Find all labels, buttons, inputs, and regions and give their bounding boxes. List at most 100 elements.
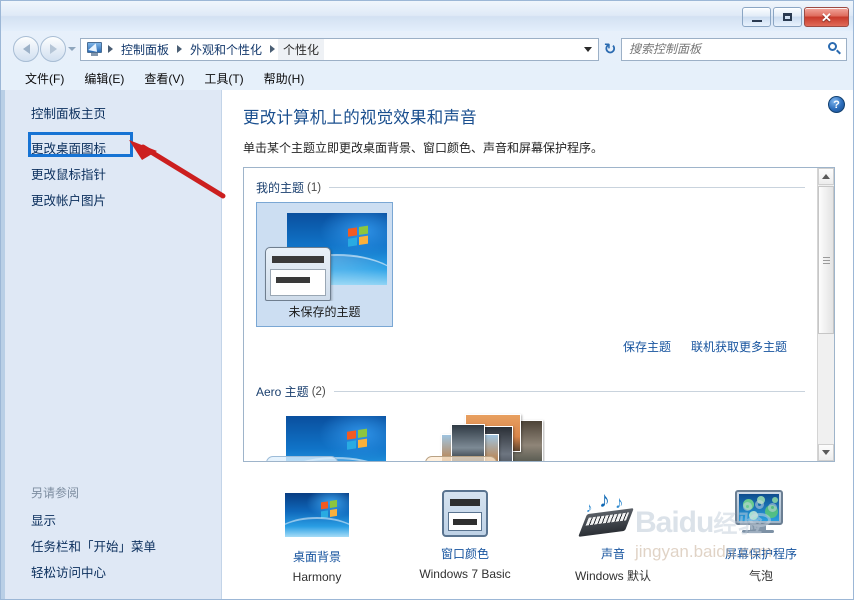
search-input[interactable] bbox=[629, 42, 828, 56]
control-panel-icon bbox=[86, 41, 103, 57]
windows-logo-icon bbox=[347, 428, 369, 452]
history-dropdown-button[interactable] bbox=[66, 36, 78, 62]
back-button[interactable] bbox=[13, 36, 39, 62]
setting-label[interactable]: 屏幕保护程序 bbox=[687, 545, 835, 562]
theme-tile-aero-landscapes[interactable] bbox=[415, 406, 552, 461]
theme-tile-unsaved[interactable]: 未保存的主题 bbox=[256, 202, 393, 327]
minimize-button[interactable] bbox=[742, 7, 771, 27]
menu-file[interactable]: 文件(F) bbox=[15, 68, 74, 89]
setting-sound[interactable]: ♪ ♪ ♪ 声音 Windows 默认 bbox=[539, 489, 687, 584]
title-bar: ✕ bbox=[1, 1, 853, 31]
refresh-button[interactable]: ↻ bbox=[599, 38, 621, 61]
get-more-themes-online-link[interactable]: 联机获取更多主题 bbox=[691, 338, 787, 355]
back-arrow-icon bbox=[22, 44, 30, 54]
window-color-icon bbox=[433, 490, 497, 538]
forward-arrow-icon bbox=[49, 44, 57, 54]
sidebar-item-ease-of-access-center[interactable]: 轻松访问中心 bbox=[5, 560, 221, 586]
sidebar-item-taskbar-start-menu[interactable]: 任务栏和「开始」菜单 bbox=[5, 534, 221, 560]
navigation-bar: 控制面板 外观和个性化 个性化 ↻ bbox=[1, 31, 853, 67]
breadcrumb-separator-icon bbox=[270, 45, 276, 53]
theme-row-aero bbox=[256, 406, 805, 461]
setting-label[interactable]: 窗口颜色 bbox=[391, 545, 539, 562]
theme-group-header-my-themes: 我的主题 (1) bbox=[256, 179, 805, 196]
breadcrumb-control-panel[interactable]: 控制面板 bbox=[116, 39, 174, 60]
breadcrumb-appearance[interactable]: 外观和个性化 bbox=[185, 39, 267, 60]
theme-group-title: 我的主题 bbox=[256, 181, 305, 195]
menu-edit[interactable]: 编辑(E) bbox=[74, 68, 134, 89]
theme-actions: 保存主题 联机获取更多主题 bbox=[623, 338, 787, 355]
page-title: 更改计算机上的视觉效果和声音 bbox=[243, 109, 477, 127]
sidebar-item-control-panel-home[interactable]: 控制面板主页 bbox=[5, 102, 221, 136]
theme-group-title: Aero 主题 bbox=[256, 385, 309, 399]
setting-value: Windows 7 Basic bbox=[419, 567, 511, 581]
setting-label[interactable]: 声音 bbox=[539, 545, 687, 562]
glass-overlay bbox=[425, 456, 497, 461]
menu-tools[interactable]: 工具(T) bbox=[194, 68, 253, 89]
minimize-icon bbox=[751, 19, 762, 22]
menu-help[interactable]: 帮助(H) bbox=[254, 68, 315, 89]
sidebar: 控制面板主页 更改桌面图标 更改鼠标指针 更改帐户图片 另请参阅 显示 任务栏和… bbox=[1, 90, 226, 599]
content-area: ? 更改计算机上的视觉效果和声音 单击某个主题立即更改桌面背景、窗口颜色、声音和… bbox=[222, 90, 853, 599]
theme-group-count: (1) bbox=[307, 181, 322, 194]
setting-value: 气泡 bbox=[748, 569, 773, 583]
sidebar-item-display[interactable]: 显示 bbox=[5, 508, 221, 534]
dialog-preview bbox=[265, 247, 331, 301]
address-bar[interactable]: 控制面板 外观和个性化 个性化 bbox=[80, 37, 599, 61]
theme-group-header-aero: Aero 主题 (2) bbox=[256, 383, 805, 400]
address-dropdown-icon[interactable] bbox=[584, 46, 592, 52]
search-icon[interactable] bbox=[828, 42, 842, 56]
windows-logo-icon bbox=[348, 225, 370, 249]
theme-row-my-themes: 未保存的主题 bbox=[256, 202, 805, 327]
scroll-down-button[interactable] bbox=[818, 444, 834, 461]
theme-list-pane: 我的主题 (1) 未保存的主题 保存主题 联机获取更多主题 Aero 主题 (2… bbox=[243, 167, 835, 462]
see-also-title: 另请参阅 bbox=[31, 486, 80, 500]
glass-overlay bbox=[266, 456, 338, 461]
setting-label[interactable]: 桌面背景 bbox=[243, 548, 391, 565]
windows-aero-thumb bbox=[262, 412, 386, 461]
desktop-background-icon bbox=[285, 493, 349, 541]
setting-value: Harmony bbox=[292, 570, 342, 584]
theme-tile-label: 未保存的主题 bbox=[288, 305, 361, 319]
divider bbox=[329, 187, 805, 188]
chevron-down-icon bbox=[68, 47, 76, 51]
refresh-icon: ↻ bbox=[603, 41, 617, 58]
close-button[interactable]: ✕ bbox=[804, 7, 849, 27]
body-area: 控制面板主页 更改桌面图标 更改鼠标指针 更改帐户图片 另请参阅 显示 任务栏和… bbox=[1, 90, 853, 599]
scroll-grip-icon bbox=[822, 255, 830, 266]
scroll-up-button[interactable] bbox=[818, 168, 834, 185]
setting-screensaver[interactable]: 屏幕保护程序 气泡 bbox=[687, 490, 835, 584]
photo-stack bbox=[425, 414, 543, 461]
setting-desktop-background[interactable]: 桌面背景 Harmony bbox=[243, 490, 391, 584]
save-theme-link[interactable]: 保存主题 bbox=[623, 338, 671, 355]
control-panel-window: ✕ 控制面板 外观和个性化 个性化 ↻ 搜索控制面板 文件(F) 编辑(E) 查… bbox=[0, 0, 854, 600]
triangle-down-icon bbox=[822, 450, 830, 455]
breadcrumb-personalization[interactable]: 个性化 bbox=[278, 38, 325, 60]
scroll-thumb[interactable] bbox=[818, 186, 834, 334]
maximize-button[interactable] bbox=[773, 7, 802, 27]
menu-bar: 文件(F) 编辑(E) 查看(V) 工具(T) 帮助(H) bbox=[1, 67, 853, 90]
sidebar-item-change-desktop-icons[interactable]: 更改桌面图标 bbox=[5, 136, 221, 162]
photo-stack-thumb bbox=[421, 412, 545, 461]
maximize-icon bbox=[783, 13, 792, 21]
setting-value: Windows 默认 bbox=[574, 569, 651, 583]
close-icon: ✕ bbox=[821, 9, 832, 25]
screensaver-icon bbox=[729, 490, 793, 538]
setting-window-color[interactable]: 窗口颜色 Windows 7 Basic bbox=[391, 490, 539, 581]
breadcrumb-separator-icon bbox=[177, 45, 183, 53]
theme-scroll-content: 我的主题 (1) 未保存的主题 保存主题 联机获取更多主题 Aero 主题 (2… bbox=[244, 168, 817, 461]
help-icon[interactable]: ? bbox=[828, 96, 845, 113]
sidebar-item-change-account-picture[interactable]: 更改帐户图片 bbox=[5, 188, 221, 214]
theme-tile-aero-windows7[interactable] bbox=[256, 406, 393, 461]
menu-view[interactable]: 查看(V) bbox=[134, 68, 194, 89]
see-also-section: 另请参阅 显示 任务栏和「开始」菜单 轻松访问中心 bbox=[5, 480, 221, 586]
vertical-scrollbar[interactable] bbox=[817, 168, 834, 461]
breadcrumb-separator-icon bbox=[108, 45, 113, 53]
sidebar-item-change-mouse-pointers[interactable]: 更改鼠标指针 bbox=[5, 162, 221, 188]
divider bbox=[333, 391, 805, 392]
windows-desktop-dialog-thumb bbox=[263, 209, 387, 301]
theme-group-count: (2) bbox=[311, 385, 326, 398]
triangle-up-icon bbox=[822, 174, 830, 179]
forward-button[interactable] bbox=[40, 36, 66, 62]
sound-icon: ♪ ♪ ♪ bbox=[578, 489, 645, 538]
search-box[interactable] bbox=[621, 37, 847, 61]
